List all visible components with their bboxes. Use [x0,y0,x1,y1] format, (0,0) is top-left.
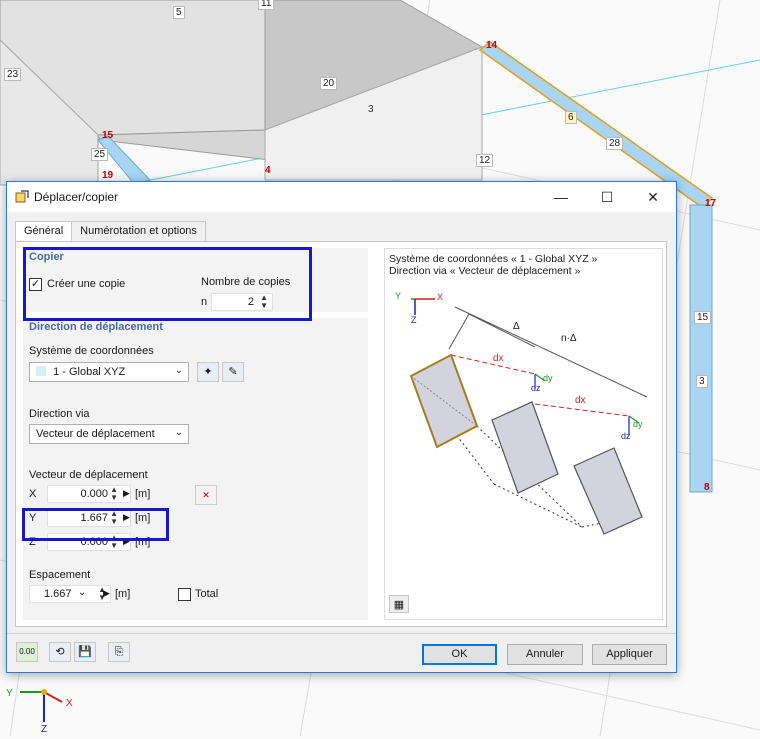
chevron-down-icon: ⌄ [174,365,183,376]
maximize-button[interactable]: ☐ [584,182,630,212]
node-label: 17 [705,198,717,209]
coord-system-value: 1 - Global XYZ [53,366,126,378]
global-axes-icon [20,689,63,722]
tab-general[interactable]: Général [15,221,73,242]
node-label: 4 [265,165,271,176]
x-value: 0.000 [80,488,108,500]
chevron-down-icon[interactable]: ⌄ [78,587,86,598]
member-label: 12 [476,154,494,167]
copy-settings-button[interactable]: ⎘ [108,642,130,662]
spacing-stepper[interactable]: 1.667 ⌄ ▲ ▼ [29,585,111,603]
spacing-unit: [m] [115,588,131,600]
chevron-down-icon: ⌄ [174,427,183,438]
x-value-stepper[interactable]: 0.000 ▲ ▼ [47,485,131,503]
spin-arrows-icon[interactable]: ▲ ▼ [110,486,118,502]
increment-arrow-icon[interactable]: ▶ [123,488,130,499]
increment-arrow-icon[interactable]: ▶ [103,588,110,599]
dialog-title: Déplacer/copier [34,190,119,204]
copy-highlight [23,247,312,321]
spacing-label: Espacement [29,569,91,581]
units-decimals-button[interactable]: 0.00 [16,642,38,662]
minimize-button[interactable]: — [538,182,584,212]
axis-z-label: Z [41,724,48,735]
vector-label: Vecteur de déplacement [29,469,148,481]
member-label: 15 [694,311,712,324]
preview-panel: Système de coordonnées « 1 - Global XYZ … [384,248,663,620]
move-copy-dialog: Déplacer/copier — ☐ ✕ Général Numérotati… [6,181,677,673]
dx-label-1: dx [493,353,504,364]
member-label: 3 [696,375,708,388]
n-delta-label: n·Δ [561,333,577,344]
dz-label-1: dz [531,383,541,393]
preview-options-button[interactable]: ▦ [389,595,409,613]
spacing-value: 1.667 [44,588,72,600]
title-bar[interactable]: Déplacer/copier — ☐ ✕ [7,182,676,212]
load-settings-button[interactable]: ⟲ [49,642,71,662]
preview-axis-z: Z [411,315,417,325]
x-unit: [m] [135,488,151,500]
dy-label-2: dy [633,419,643,429]
direction-via-label: Direction via [29,408,90,420]
direction-via-value: Vecteur de déplacement [36,428,155,440]
member-label: 25 [91,148,109,161]
save-settings-button[interactable]: 💾 [74,642,96,662]
member-label: 5 [173,6,185,19]
tab-bar: Général Numérotation et options [15,221,206,242]
pick-vector-button[interactable]: ✕ [195,485,217,505]
tab-numbering-options[interactable]: Numérotation et options [71,221,206,241]
general-tab-panel: Copier ✓ Créer une copie Nombre de copie… [15,241,667,627]
coord-system-swatch-icon [36,366,46,376]
member-label: 6 [565,111,577,124]
total-checkbox[interactable] [178,588,191,601]
member-label: 20 [320,77,338,90]
node-label: 19 [102,170,114,181]
axis-y-label: Y [6,688,13,699]
member-label: 23 [4,68,22,81]
member-label: 28 [606,137,624,150]
footer-divider [7,633,676,634]
dy-label-1: dy [543,373,553,383]
coord-system-label: Système de coordonnées [29,345,154,357]
node-label: 15 [102,130,114,141]
direction-via-select[interactable]: Vecteur de déplacement ⌄ [29,424,189,444]
axis-x-label: X [66,698,73,709]
preview-axis-x: X [437,292,444,302]
cancel-button[interactable]: Annuler [507,644,583,665]
preview-axis-y: Y [395,291,402,301]
direction-group-title: Direction de déplacement [29,321,163,333]
x-label: X [29,488,37,500]
dz-label-2: dz [621,431,631,441]
new-coord-system-button[interactable]: ✦ [197,362,219,382]
apply-button[interactable]: Appliquer [592,644,667,665]
dx-label-2: dx [575,395,586,406]
node-label: 8 [704,482,710,493]
ok-button[interactable]: OK [422,644,497,665]
direction-group: Direction de déplacement Système de coor… [23,318,368,620]
move-copy-icon [15,190,29,207]
edit-coord-system-button[interactable]: ✎ [222,362,244,382]
total-label: Total [195,588,219,600]
delta-label: Δ [513,321,520,332]
member-label: 11 [258,0,275,10]
y-highlight [22,508,169,541]
node-label: 14 [486,40,498,51]
coord-system-select[interactable]: 1 - Global XYZ ⌄ [29,362,189,382]
close-button[interactable]: ✕ [630,182,676,212]
surface-label: 3 [368,104,374,115]
